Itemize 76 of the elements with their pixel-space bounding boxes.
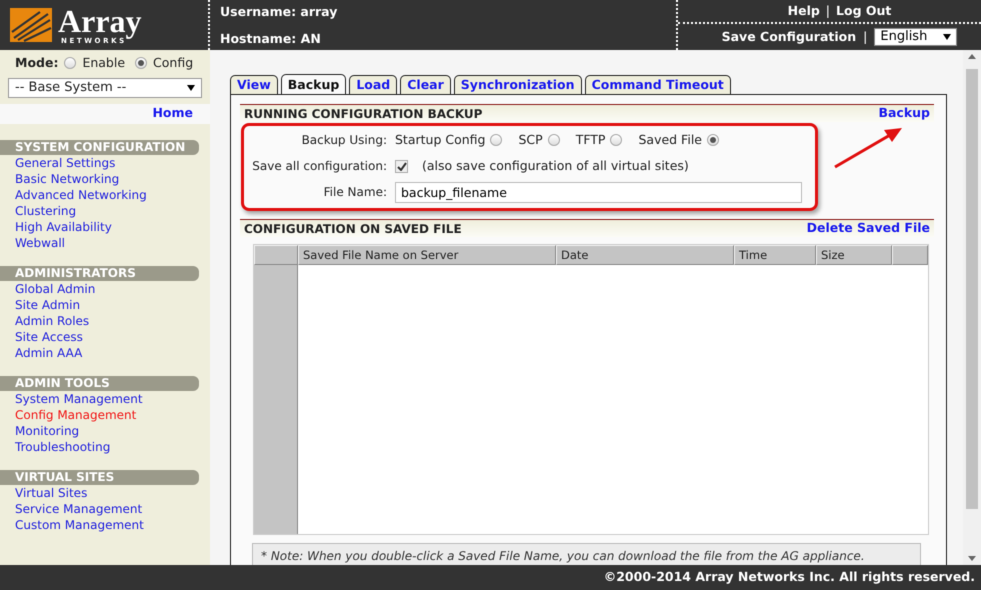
tab[interactable]: Synchronization (454, 75, 582, 94)
logo-icon (10, 8, 52, 42)
scroll-down-icon[interactable] (968, 556, 976, 561)
tab[interactable]: View (230, 75, 278, 94)
radio-label: SCP (518, 130, 543, 149)
annotation-arrow (834, 128, 902, 168)
checkbox-hint: (also save configuration of all virtual sites) (422, 156, 689, 175)
separator: | (824, 2, 832, 20)
column-header: Date (556, 245, 734, 265)
field-label: Backup Using: (300, 132, 388, 149)
radio-label: TFTP (576, 130, 606, 149)
radio-button[interactable] (706, 134, 719, 146)
note-text: * Note: When you double-click a Saved File Name, you can download the file from the AG appliance. (252, 543, 921, 565)
copyright-text: ©2000-2014 Array Networks Inc. All rights reserved. (604, 568, 975, 586)
mode-label: Mode: (15, 54, 58, 72)
separator: | (862, 28, 868, 46)
radio-button[interactable] (610, 134, 622, 146)
input-field[interactable]: backup_filename (395, 182, 802, 202)
delete-saved-file-link[interactable]: Delete Saved File (806, 219, 930, 238)
nav-link[interactable]: Site Access (0, 328, 210, 345)
caret-icon (943, 34, 952, 40)
checkbox[interactable] (395, 160, 408, 172)
nav-link[interactable]: Admin Roles (0, 312, 210, 329)
column-header: Size (816, 245, 892, 265)
section-header: VIRTUAL SITES (0, 470, 199, 485)
nav-link[interactable]: Service Management (0, 500, 210, 517)
header-link[interactable]: Save Configuration (722, 28, 856, 46)
section-header: ADMINISTRATORS (0, 266, 199, 281)
section-title: CONFIGURATION ON SAVED FILE (244, 220, 462, 238)
section-header: ADMIN TOOLS (0, 376, 199, 391)
nav-link[interactable]: Admin AAA (0, 344, 210, 361)
tab[interactable]: Clear (400, 75, 451, 94)
nav-link[interactable]: Webwall (0, 234, 210, 251)
home-link[interactable]: Home (152, 104, 193, 124)
radio-label: Saved File (638, 130, 702, 149)
header-link[interactable]: Log Out (836, 2, 892, 20)
radio-button[interactable] (135, 57, 148, 70)
scroll-thumb[interactable] (966, 69, 978, 509)
nav-link[interactable]: Config Management (0, 406, 210, 423)
caret-icon (187, 84, 195, 91)
hostname-label: Hostname: AN (220, 30, 322, 48)
nav-link[interactable]: General Settings (0, 154, 210, 171)
radio-label: Startup Config (395, 130, 486, 149)
nav-link[interactable]: Monitoring (0, 422, 210, 439)
language-dropdown[interactable]: English (874, 28, 958, 46)
nav-link[interactable]: Global Admin (0, 280, 210, 297)
column-header: Time (734, 245, 816, 265)
radio-button[interactable] (490, 134, 502, 146)
radio-label: Config (153, 54, 194, 72)
nav-link[interactable]: Site Admin (0, 296, 210, 313)
logo-wordmark: Array (58, 4, 142, 36)
header-link[interactable]: Help (788, 2, 820, 20)
section-title: RUNNING CONFIGURATION BACKUP (244, 106, 482, 122)
field-label: Save all configuration: (251, 158, 388, 175)
nav-link[interactable]: Basic Networking (0, 170, 210, 187)
nav-link[interactable]: Clustering (0, 202, 210, 219)
tab[interactable]: Load (349, 75, 398, 94)
tab[interactable]: Command Timeout (584, 75, 731, 94)
scroll-up-icon[interactable] (968, 54, 976, 59)
nav-link[interactable]: Advanced Networking (0, 186, 210, 203)
radio-label: Enable (82, 54, 126, 72)
nav-link[interactable]: Virtual Sites (0, 484, 210, 501)
nav-link[interactable]: System Management (0, 390, 210, 407)
field-label: File Name: (322, 184, 388, 201)
radio-button[interactable] (548, 134, 560, 146)
nav-link[interactable]: High Availability (0, 218, 210, 235)
username-label: Username: array (220, 3, 338, 21)
nav-link[interactable]: Troubleshooting (0, 438, 210, 455)
nav-link[interactable]: Custom Management (0, 516, 210, 533)
section-header: SYSTEM CONFIGURATION (0, 140, 199, 155)
context-dropdown[interactable]: -- Base System -- (8, 78, 202, 98)
column-header: Saved File Name on Server (298, 245, 556, 265)
backup-link[interactable]: Backup (878, 104, 930, 123)
radio-button[interactable] (64, 57, 76, 70)
tab[interactable]: Backup (280, 74, 346, 94)
scrollbar[interactable] (963, 50, 981, 565)
